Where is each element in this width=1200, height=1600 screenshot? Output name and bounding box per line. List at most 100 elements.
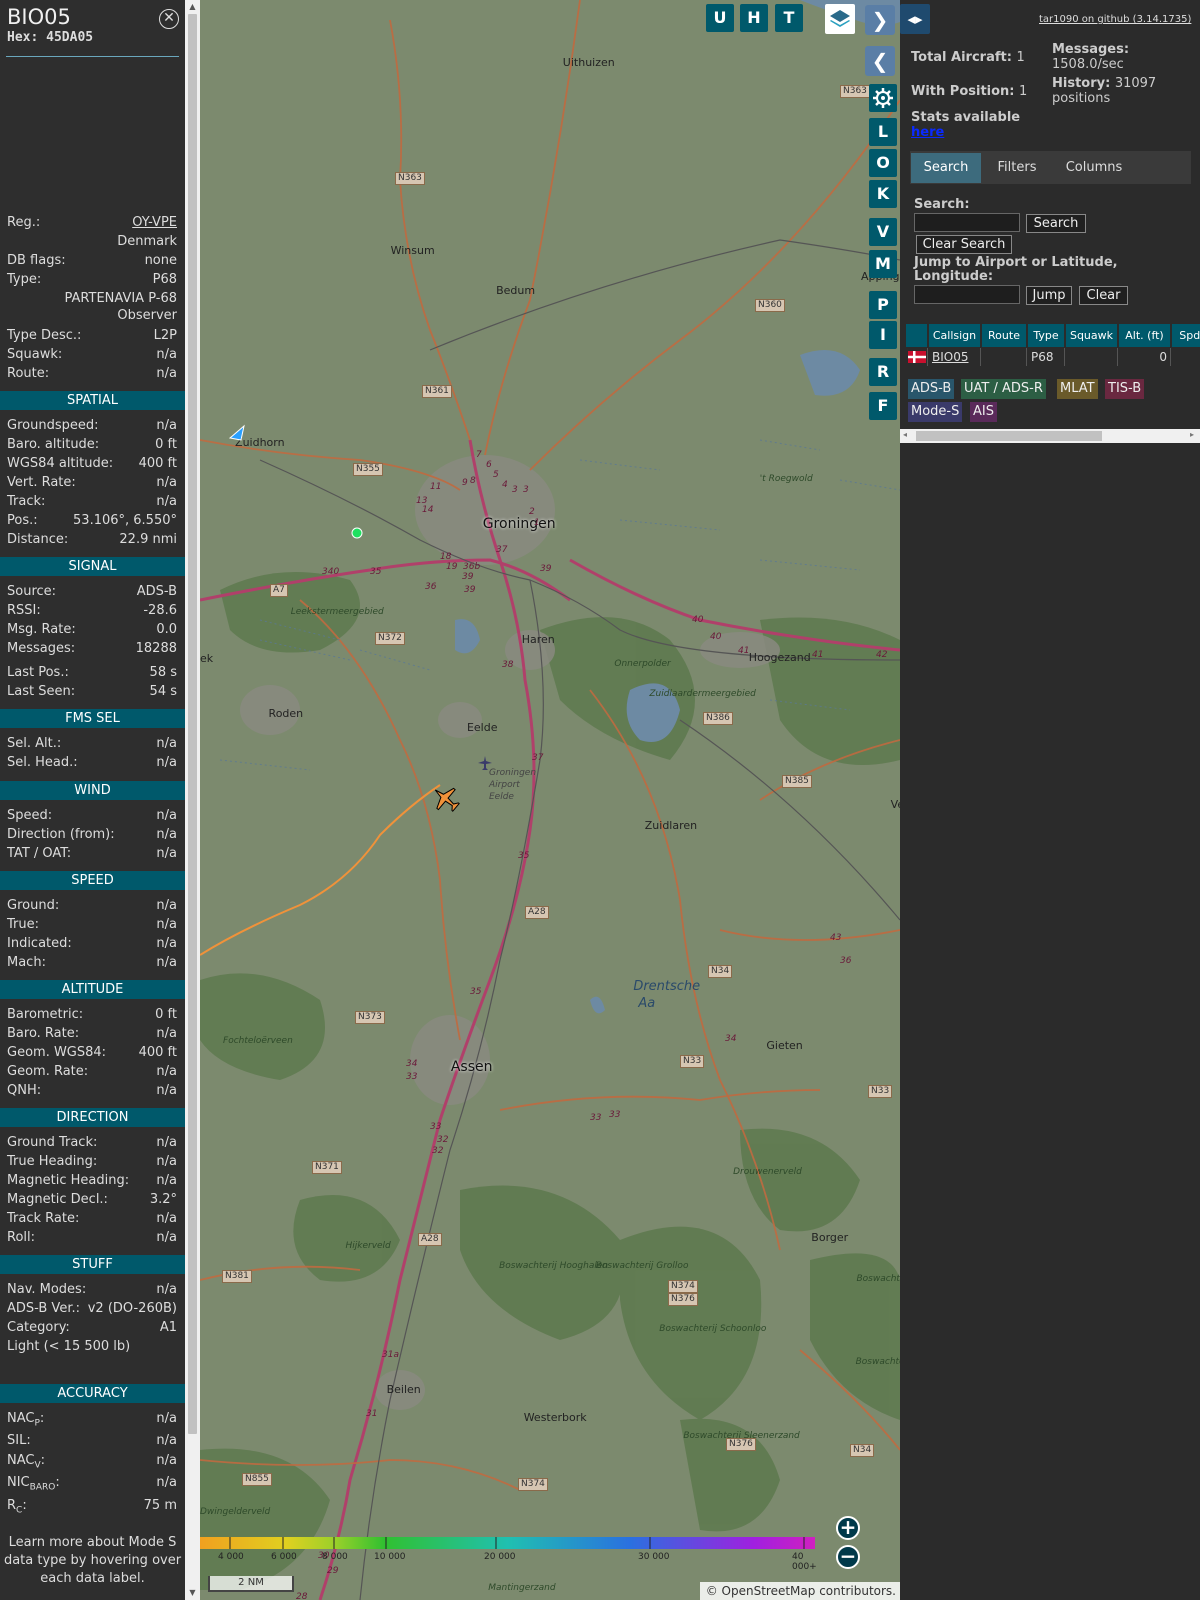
tab-search[interactable]: Search [911,153,981,183]
info-label[interactable]: Track: [7,493,45,510]
info-label[interactable]: Baro. altitude: [7,436,99,453]
info-label[interactable]: Reg.: [7,214,40,231]
map-button-f[interactable]: F [869,392,897,420]
info-label[interactable]: True: [7,916,39,933]
stats-link[interactable]: here [911,125,944,140]
info-label[interactable]: Vert. Rate: [7,474,76,491]
column-header[interactable]: Type [1028,324,1065,347]
map-button-r[interactable]: R [869,358,897,386]
github-link[interactable]: tar1090 on github (3.14.1735) [1039,14,1191,25]
info-label[interactable]: Barometric: [7,1006,83,1023]
map-button-t[interactable]: T [775,4,803,32]
site-marker-icon[interactable] [350,526,364,540]
info-label[interactable]: Geom. WGS84: [7,1044,106,1061]
info-label[interactable]: Baro. Rate: [7,1025,79,1042]
column-header[interactable] [906,324,928,347]
map-view[interactable]: Uithuizen Winsum Bedum Zuidhorn Groningen Har… [200,0,900,1600]
map-button-o[interactable]: O [869,149,897,177]
zoom-out-button[interactable]: − [836,1545,860,1569]
registration-link[interactable]: OY-VPE [132,214,177,231]
next-aircraft-button[interactable]: ❯ [865,5,895,35]
info-label[interactable]: Speed: [7,807,52,824]
info-label[interactable]: NACP: [7,1410,44,1433]
section-speed[interactable]: SPEED [0,871,185,890]
info-label[interactable]: Roll: [7,1229,35,1246]
info-label[interactable]: NICBARO: [7,1474,60,1497]
clear-button[interactable]: Clear [1079,286,1128,305]
openstreetmap-link[interactable]: OpenStreetMap [722,1584,816,1598]
aircraft-info-panel[interactable]: BIO05 Hex: 45DA05 ✕ Reg.: OY-VPE Denmark DB fl… [0,0,185,1600]
info-label[interactable]: DB flags: [7,252,66,269]
info-label[interactable]: Sel. Head.: [7,754,78,771]
close-info-button[interactable]: ✕ [159,9,179,29]
info-label[interactable]: Distance: [7,531,68,548]
info-label[interactable]: Ground: [7,897,59,914]
section-direction[interactable]: DIRECTION [0,1108,185,1127]
info-label[interactable]: Direction (from): [7,826,115,843]
search-button[interactable]: Search [1026,214,1086,233]
info-label[interactable]: Route: [7,365,49,382]
section-altitude[interactable]: ALTITUDE [0,980,185,999]
info-label[interactable]: Source: [7,583,56,600]
info-label[interactable]: Pos.: [7,512,38,529]
tab-filters[interactable]: Filters [984,153,1050,183]
map-canvas[interactable] [200,0,900,1600]
column-header[interactable]: Spd. [1172,324,1200,347]
map-button-p[interactable]: P [869,291,897,319]
zoom-in-button[interactable]: + [836,1516,860,1540]
map-button-u[interactable]: U [706,4,734,32]
info-label[interactable]: Type Desc.: [7,327,81,344]
search-input[interactable] [914,213,1020,232]
scroll-left-arrow-icon[interactable]: ◂ [903,430,907,439]
jump-input[interactable] [914,285,1020,304]
info-label[interactable]: Msg. Rate: [7,621,76,638]
layers-button[interactable] [825,4,855,34]
info-label[interactable]: Category: [7,1319,70,1336]
column-header[interactable]: Alt. (ft) [1119,324,1171,347]
info-label[interactable]: Track Rate: [7,1210,79,1227]
expand-sidebar-button[interactable]: ◂▸ [900,4,930,34]
info-label[interactable]: RSSI: [7,602,41,619]
info-label[interactable]: Messages: [7,640,75,657]
scroll-up-arrow-icon[interactable]: ▲ [188,2,197,12]
prev-aircraft-button[interactable]: ❮ [865,46,895,76]
info-label[interactable]: Groundspeed: [7,417,98,434]
info-label[interactable]: Ground Track: [7,1134,97,1151]
info-label[interactable]: Geom. Rate: [7,1063,88,1080]
section-signal[interactable]: SIGNAL [0,557,185,576]
settings-button[interactable] [869,84,897,112]
tab-columns[interactable]: Columns [1053,153,1135,183]
section-fms[interactable]: FMS SEL [0,709,185,728]
aircraft-marker-icon[interactable] [431,784,461,814]
column-header[interactable]: Squawk [1066,324,1118,347]
info-label[interactable]: True Heading: [7,1153,97,1170]
table-horizontal-scrollbar[interactable]: ◂ ▸ [900,429,1200,443]
map-button-h[interactable]: H [740,4,768,32]
column-header[interactable]: Route [982,324,1027,347]
info-label[interactable]: NACV: [7,1452,45,1475]
info-label[interactable]: Magnetic Decl.: [7,1191,108,1208]
scroll-right-arrow-icon[interactable]: ▸ [1190,430,1194,439]
aircraft-callsign-link[interactable]: BIO05 [929,348,981,366]
map-button-v[interactable]: V [869,218,897,246]
section-wind[interactable]: WIND [0,781,185,800]
info-label[interactable]: ADS-B Ver.: [7,1300,80,1317]
section-accuracy[interactable]: ACCURACY [0,1384,185,1403]
map-button-k[interactable]: K [869,180,897,208]
info-label[interactable]: Light (< 15 500 lb) [7,1338,130,1355]
jump-button[interactable]: Jump [1026,286,1072,305]
info-label[interactable]: TAT / OAT: [7,845,71,862]
info-scrollbar-thumb[interactable] [188,14,197,1434]
map-button-m[interactable]: M [869,250,897,278]
section-spatial[interactable]: SPATIAL [0,391,185,410]
map-button-l[interactable]: L [869,118,897,146]
map-button-i[interactable]: I [869,321,897,349]
info-label[interactable]: QNH: [7,1082,41,1099]
info-label[interactable]: WGS84 altitude: [7,455,113,472]
info-label[interactable]: RC: [7,1497,27,1520]
clear-search-button[interactable]: Clear Search [916,235,1012,254]
scroll-down-arrow-icon[interactable]: ▼ [188,1588,197,1598]
info-label[interactable]: Last Seen: [7,683,75,700]
table-scrollbar-thumb[interactable] [916,431,1102,441]
info-label[interactable]: SIL: [7,1432,31,1449]
